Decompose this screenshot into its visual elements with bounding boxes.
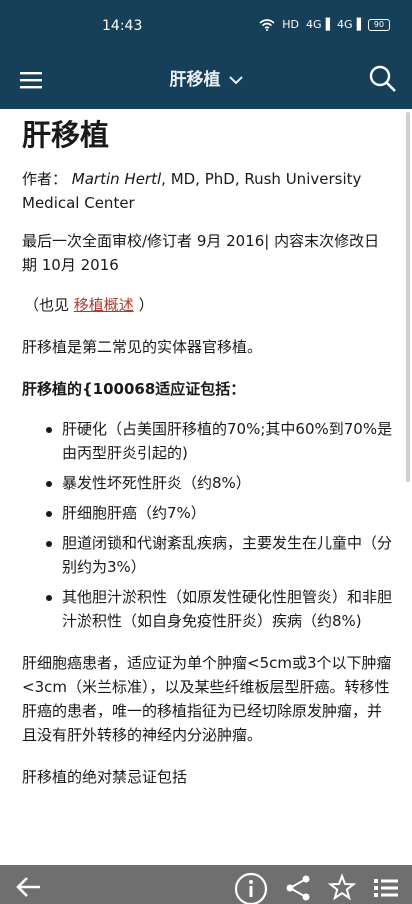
- chevron-down-icon: [228, 70, 243, 90]
- search-icon: [369, 65, 396, 92]
- search-button[interactable]: [368, 64, 398, 94]
- scrollbar[interactable]: [406, 112, 410, 482]
- signal-icon: 4G▐: [306, 18, 330, 31]
- network-label: HD: [282, 18, 299, 31]
- hcc-paragraph: 肝细胞癌患者，适应证为单个肿瘤<5cm或3个以下肿瘤<3cm（米兰标准），以及某…: [22, 654, 392, 744]
- status-time: 14:43: [102, 18, 143, 34]
- bottom-toolbar: [0, 865, 412, 904]
- signal-icon-2: 4G▐: [337, 18, 361, 31]
- info-icon: [234, 872, 268, 904]
- list-icon: [374, 879, 398, 897]
- status-bar: 14:43 HD 4G▐ 4G▐ 90: [0, 0, 412, 52]
- indications-list: 肝硬化（占美国肝移植的70%;其中60%到70%是由丙型肝炎引起的) 暴发性坏死…: [22, 417, 394, 633]
- author-name: Martin Hertl: [71, 170, 162, 188]
- contraindications-heading: 肝移植的绝对禁忌证包括: [22, 768, 188, 786]
- list-item: 肝硬化（占美国肝移植的70%;其中60%到70%是由丙型肝炎引起的): [46, 417, 394, 465]
- status-icons: HD 4G▐ 4G▐ 90: [259, 18, 390, 31]
- article-content: 肝移植 作者： Martin Hertl, MD, PhD, Rush Univ…: [22, 109, 394, 865]
- star-icon: [327, 873, 357, 901]
- topic-selector[interactable]: 肝移植: [0, 65, 412, 90]
- intro-paragraph: 肝移植是第二常见的实体器官移植。: [22, 338, 263, 356]
- list-item: 暴发性坏死性肝炎（约8%）: [46, 471, 394, 495]
- contents-button[interactable]: [372, 873, 400, 901]
- app-bar: 肝移植: [0, 52, 412, 109]
- review-line: 最后一次全面审校/修订者 9月 2016| 内容末次修改日期 10月 2016: [22, 232, 380, 274]
- list-item: 胆道闭锁和代谢紊乱疾病，主要发生在儿童中（分别约为3%）: [46, 531, 394, 579]
- share-icon: [286, 875, 310, 901]
- author-label: 作者：: [22, 170, 68, 188]
- app-title: 肝移植: [169, 70, 221, 90]
- back-arrow-icon: [16, 877, 40, 897]
- favorite-button[interactable]: [327, 873, 357, 901]
- see-also: （也见 移植概述 ）: [24, 296, 154, 314]
- list-item: 其他胆汁淤积性（如原发性硬化性胆管炎）和非胆汁淤积性（如自身免疫性肝炎）疾病（约…: [46, 585, 394, 633]
- share-button[interactable]: [284, 873, 312, 901]
- see-also-link[interactable]: 移植概述: [74, 296, 134, 314]
- wifi-icon: [259, 18, 275, 31]
- back-button[interactable]: [14, 873, 42, 901]
- battery-icon: 90: [368, 18, 390, 31]
- list-item: 肝细胞肝癌（约7%）: [46, 501, 394, 525]
- indications-heading: 肝移植的{100068适应证包括：: [22, 380, 246, 398]
- info-button[interactable]: [234, 872, 268, 904]
- page-title: 肝移植: [22, 118, 110, 152]
- author-line: 作者： Martin Hertl, MD, PhD, Rush Universi…: [22, 167, 394, 215]
